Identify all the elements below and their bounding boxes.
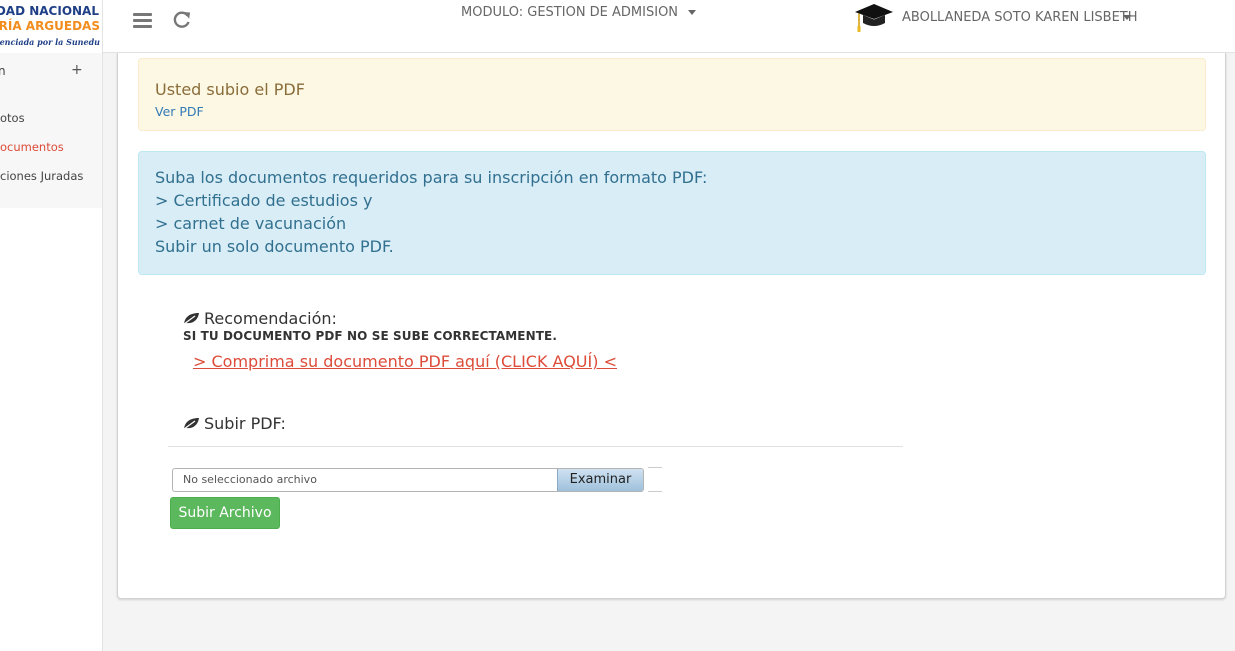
- upload-status-title: Usted subio el PDF: [155, 80, 305, 99]
- upload-submit-button[interactable]: Subir Archivo: [170, 497, 280, 529]
- upload-status-alert: Usted subio el PDF Ver PDF: [138, 58, 1206, 131]
- sidebar-expand-icon[interactable]: +: [71, 62, 83, 78]
- browse-button[interactable]: Examinar: [557, 469, 643, 491]
- instructions-line: Subir un solo documento PDF.: [155, 237, 394, 256]
- divider: [168, 446, 903, 447]
- sidebar-item-declaraciones-juradas[interactable]: ciones Juradas: [0, 169, 83, 183]
- file-input[interactable]: No seleccionado archivo Examinar: [172, 468, 644, 492]
- graduation-cap-icon: [855, 4, 893, 32]
- compress-pdf-link[interactable]: > Comprima su documento PDF aquí (CLICK …: [193, 352, 617, 371]
- sidebar: DAD NACIONAL RÍA ARGUEDAS Licenciada por…: [0, 0, 103, 651]
- module-label: MODULO: GESTION DE ADMISION: [461, 5, 679, 20]
- sidebar-nav-block: [0, 53, 102, 208]
- recommendation-heading: Recomendación:: [183, 309, 337, 328]
- instructions-line: > Certificado de estudios y: [155, 191, 373, 210]
- main-panel: Usted subio el PDF Ver PDF Suba los docu…: [117, 53, 1226, 599]
- leaf-icon: [183, 418, 199, 430]
- recommendation-warning: SI TU DOCUMENTO PDF NO SE SUBE CORRECTAM…: [183, 329, 557, 343]
- logo-line-1: DAD NACIONAL: [0, 4, 99, 18]
- view-pdf-link[interactable]: Ver PDF: [155, 104, 204, 119]
- upload-heading: Subir PDF:: [183, 414, 286, 433]
- refresh-icon[interactable]: [171, 8, 193, 30]
- module-selector[interactable]: MODULO: GESTION DE ADMISION: [461, 5, 697, 20]
- instructions-line: > carnet de vacunación: [155, 214, 347, 233]
- chevron-down-icon: [688, 10, 697, 15]
- upload-label: Subir PDF:: [204, 414, 286, 433]
- file-input-addon: [648, 467, 662, 492]
- instructions-line: Suba los documentos requeridos para su i…: [155, 168, 708, 187]
- chevron-down-icon: [1123, 15, 1131, 20]
- logo-line-3: Licenciada por la Sunedu: [0, 37, 100, 47]
- leaf-icon: [183, 313, 199, 325]
- recommendation-label: Recomendación:: [204, 309, 337, 328]
- logo-line-2: RÍA ARGUEDAS: [0, 19, 100, 33]
- sidebar-menu-title[interactable]: n: [0, 64, 6, 78]
- menu-icon[interactable]: [133, 13, 152, 29]
- user-name: ABOLLANEDA SOTO KAREN LISBETH: [902, 10, 1138, 25]
- instructions-alert: Suba los documentos requeridos para su i…: [138, 151, 1206, 275]
- sidebar-item-documentos[interactable]: ocumentos: [0, 140, 64, 154]
- top-navbar: MODULO: GESTION DE ADMISION ABOLLANEDA S…: [103, 0, 1235, 53]
- sidebar-item-fotos[interactable]: otos: [0, 111, 25, 125]
- file-input-placeholder: No seleccionado archivo: [183, 473, 317, 486]
- university-logo[interactable]: DAD NACIONAL RÍA ARGUEDAS Licenciada por…: [0, 0, 102, 53]
